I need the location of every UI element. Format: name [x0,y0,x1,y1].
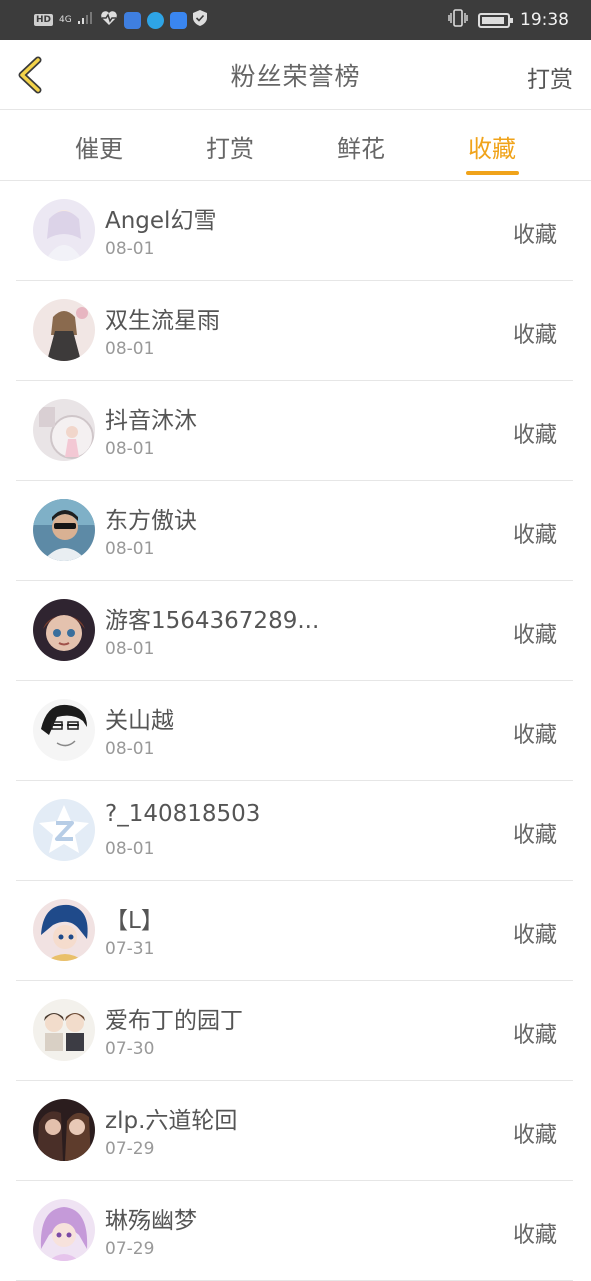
fan-date: 08-01 [105,839,155,859]
list-item[interactable]: 东方傲诀 08-01 收藏 [0,481,591,581]
avatar [33,1099,95,1161]
fan-action-label: 收藏 [512,1123,557,1148]
tab-reward[interactable]: 打赏 [195,129,265,164]
avatar [33,699,95,761]
list-item[interactable]: 琳殇幽梦 07-29 收藏 [0,1181,591,1281]
active-tab-indicator [466,171,519,175]
fan-date: 08-01 [105,539,155,559]
fan-action-label: 收藏 [512,1223,557,1248]
list-item[interactable]: ?_140818503 08-01 收藏 [0,781,591,881]
chevron-left-icon [18,56,42,94]
fan-date: 07-31 [105,939,155,959]
top-bar: 粉丝荣誉榜 打赏 [0,40,591,110]
shield-icon [192,10,207,30]
list-item[interactable]: 双生流星雨 08-01 收藏 [0,281,591,381]
status-bar: HD 4G 19:38 [0,0,591,40]
list-item[interactable]: 游客1564367289... 08-01 收藏 [0,581,591,681]
fan-name: zlp.六道轮回 [105,1108,238,1134]
fan-action-label: 收藏 [512,523,557,548]
fan-list: Angel幻雪 08-01 收藏 双生流星雨 08-01 收藏 抖音沐沐 08-… [0,181,591,1281]
reward-button[interactable]: 打赏 [527,60,573,94]
list-item[interactable]: Angel幻雪 08-01 收藏 [0,181,591,281]
list-item[interactable]: 【L】 07-31 收藏 [0,881,591,981]
list-item[interactable]: 关山越 08-01 收藏 [0,681,591,781]
fan-date: 08-01 [105,439,155,459]
heart-rate-icon [100,10,118,30]
avatar [33,399,95,461]
fan-date: 08-01 [105,239,155,259]
list-item[interactable]: zlp.六道轮回 07-29 收藏 [0,1081,591,1181]
avatar [33,1199,95,1261]
tab-bar: 催更 打赏 鲜花 收藏 [0,111,591,181]
list-item[interactable]: 抖音沐沐 08-01 收藏 [0,381,591,481]
avatar [33,799,95,861]
fan-action-label: 收藏 [512,223,557,248]
list-item[interactable]: 爱布丁的园丁 07-30 收藏 [0,981,591,1081]
status-icons-left: HD 4G [34,10,207,30]
avatar [33,899,95,961]
app-icon-blue-wave [123,11,141,29]
fan-date: 07-29 [105,1139,155,1159]
fan-date: 08-01 [105,639,155,659]
signal-icon [77,12,94,28]
fan-action-label: 收藏 [512,823,557,848]
fan-name: 双生流星雨 [105,308,220,334]
avatar [33,999,95,1061]
tab-favorites[interactable]: 收藏 [457,129,527,164]
fan-name: 游客1564367289... [105,608,320,634]
fan-name: 抖音沐沐 [105,408,197,434]
avatar [33,499,95,561]
app-icon-cyan [146,11,164,29]
qq-default-icon [33,799,95,861]
tab-flowers[interactable]: 鲜花 [326,129,396,164]
fan-action-label: 收藏 [512,323,557,348]
back-button[interactable] [14,54,54,96]
fan-name: 【L】 [105,908,164,934]
clock: 19:38 [520,10,569,30]
tab-urge[interactable]: 催更 [64,129,134,164]
fan-name: Angel幻雪 [105,208,217,234]
hd-indicator: HD [34,14,54,26]
fan-name: 关山越 [105,708,174,734]
status-icons-right: 19:38 [448,8,569,32]
app-icon-blue-box [169,11,187,29]
avatar [33,599,95,661]
fan-date: 07-29 [105,1239,155,1259]
fan-date: 08-01 [105,339,155,359]
fan-name: 东方傲诀 [105,508,197,534]
fan-date: 07-30 [105,1039,155,1059]
vibrate-icon [448,8,468,32]
fan-action-label: 收藏 [512,423,557,448]
avatar [33,299,95,361]
battery-icon [478,12,513,28]
fan-action-label: 收藏 [512,623,557,648]
fan-action-label: 收藏 [512,923,557,948]
network-indicator: 4G [59,14,72,25]
fan-name: 琳殇幽梦 [105,1208,197,1234]
avatar [33,199,95,261]
page-title: 粉丝荣誉榜 [230,61,361,91]
fan-action-label: 收藏 [512,723,557,748]
fan-date: 08-01 [105,739,155,759]
fan-name: 爱布丁的园丁 [105,1008,243,1034]
fan-name: ?_140818503 [105,801,261,827]
fan-action-label: 收藏 [512,1023,557,1048]
